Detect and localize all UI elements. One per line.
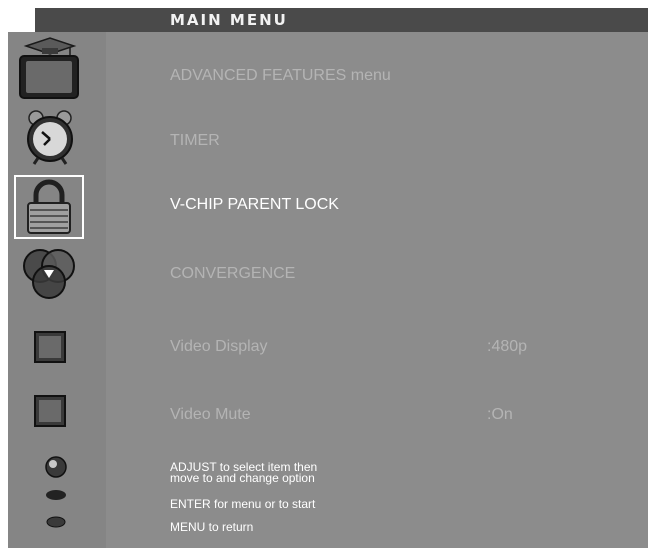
menu-item-timer[interactable]: TIMER	[170, 132, 220, 150]
menu-title: MAIN MENU	[170, 11, 288, 29]
help-menu: MENU to return	[170, 520, 254, 534]
menu-item-video-mute[interactable]: Video Mute	[170, 406, 251, 424]
convergence-circles-icon[interactable]	[14, 244, 86, 308]
tv-graduation-cap-icon[interactable]	[14, 36, 86, 100]
enter-button-icon	[44, 488, 68, 507]
square-icon[interactable]	[14, 382, 86, 446]
header-bar	[35, 8, 648, 32]
menu-button-icon	[44, 515, 68, 534]
help-enter: ENTER for menu or to start	[170, 497, 316, 511]
help-adjust-line2: move to and change option	[170, 471, 315, 485]
menu-item-convergence[interactable]: CONVERGENCE	[170, 265, 295, 283]
padlock-icon[interactable]	[14, 175, 86, 239]
menu-item-advanced-features[interactable]: ADVANCED FEATURES menu	[170, 67, 391, 85]
video-display-value: :480p	[487, 338, 528, 355]
alarm-clock-icon[interactable]	[14, 106, 86, 170]
menu-item-video-display[interactable]: Video Display	[170, 338, 268, 356]
video-mute-value: :On	[487, 406, 513, 423]
square-icon[interactable]	[14, 318, 86, 382]
adjust-pad-icon	[44, 455, 68, 484]
menu-item-v-chip-parent-lock[interactable]: V-CHIP PARENT LOCK	[170, 196, 339, 214]
